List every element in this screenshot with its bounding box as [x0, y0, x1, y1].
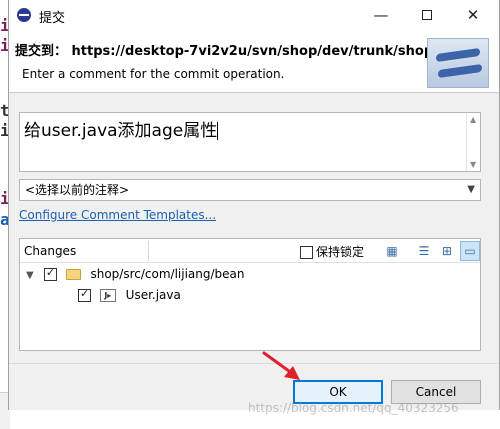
previous-comments-value: <选择以前的注释> [25, 183, 130, 197]
toolbar-divider [148, 241, 149, 261]
background-editor-glyph: i [0, 121, 10, 140]
folder-checkbox[interactable] [43, 266, 57, 281]
maximize-icon [422, 9, 432, 20]
folder-view-icon[interactable]: ▭ [460, 241, 480, 261]
app-icon [17, 8, 31, 22]
keep-lock-checkbox[interactable]: 保持锁定 [300, 243, 364, 260]
watermark-text: https://blog.csdn.net/qq_40323256 [248, 401, 459, 415]
background-editor-glyph: t [0, 101, 10, 120]
maximize-button[interactable] [404, 0, 450, 30]
comment-scrollbar[interactable]: ▲ ▼ [466, 113, 480, 171]
commit-target-title: 提交到： https://desktop-7vi2v2u/svn/shop/de… [15, 44, 434, 59]
scroll-down-icon[interactable]: ▼ [470, 160, 476, 169]
keep-lock-label: 保持锁定 [316, 245, 365, 259]
file-checkbox[interactable] [78, 287, 91, 302]
java-file-icon: J▸ [99, 289, 116, 302]
flat-list-icon[interactable]: ☰ [414, 241, 434, 261]
background-editor-glyph: i [0, 16, 10, 35]
tree-item-file[interactable]: J▸ User.java [78, 287, 181, 302]
comment-input[interactable]: 给user.java添加age属性 ▲ ▼ [19, 112, 481, 172]
previous-comments-select[interactable]: <选择以前的注释> ▼ [19, 179, 481, 201]
commit-instruction: Enter a comment for the commit operation… [22, 67, 285, 81]
changes-panel: Changes 保持锁定 ▦ ☰ ⊞ ▭ ▼ shop/src/com/liji… [19, 238, 481, 351]
tree-view-icon[interactable]: ⊞ [437, 241, 457, 261]
checkbox-icon [300, 246, 313, 259]
svn-logo-icon [427, 38, 489, 88]
folder-path-label: shop/src/com/lijiang/bean [90, 267, 245, 281]
changes-label: Changes [24, 244, 77, 258]
window-title: 提交 [39, 11, 66, 26]
chevron-down-icon[interactable]: ▼ [26, 270, 40, 281]
title-bar[interactable]: 提交 — ✕ [9, 0, 499, 30]
scroll-up-icon[interactable]: ▲ [470, 115, 476, 124]
folder-icon [65, 269, 81, 280]
tree-item-folder[interactable]: ▼ shop/src/com/lijiang/bean [26, 266, 245, 281]
configure-templates-link[interactable]: Configure Comment Templates... [19, 208, 216, 222]
background-editor-glyph: i [0, 189, 10, 208]
background-editor-glyph: i [0, 36, 10, 55]
compare-view-icon[interactable]: ▦ [382, 241, 402, 261]
dialog-header: 提交到： https://desktop-7vi2v2u/svn/shop/de… [9, 30, 499, 93]
commit-dialog: 提交 — ✕ 提交到： https://desktop-7vi2v2u/svn/… [8, 0, 500, 410]
chevron-down-icon: ▼ [467, 184, 475, 195]
background-editor-glyph: a [0, 210, 10, 229]
changes-toolbar: Changes 保持锁定 ▦ ☰ ⊞ ▭ [20, 239, 480, 263]
close-button[interactable]: ✕ [450, 0, 496, 30]
text-caret [217, 122, 219, 140]
comment-text: 给user.java添加age属性 [24, 121, 219, 141]
minimize-button[interactable]: — [358, 0, 404, 30]
file-name-label: User.java [125, 288, 181, 302]
